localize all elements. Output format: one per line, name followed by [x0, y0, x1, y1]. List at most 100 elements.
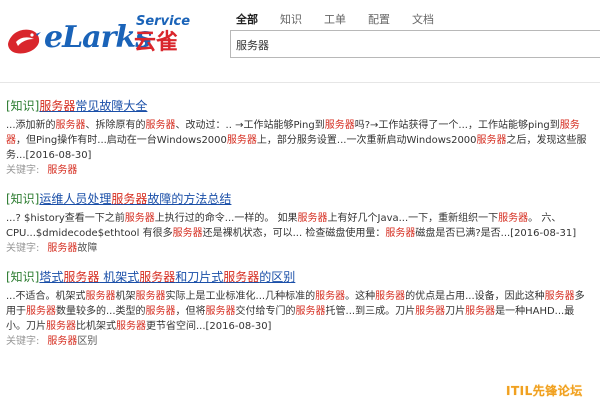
highlighted-term: 服务器 — [415, 306, 446, 317]
highlighted-term: 服务器 — [315, 291, 346, 302]
highlighted-term: 服务器 — [47, 243, 78, 254]
elarks-logo[interactable]: eLarks Service 云雀 — [6, 14, 196, 60]
snippet-text: ，但Ping操作有时...启动在一台Windows2000 — [16, 135, 227, 146]
result-type-tag: [知识] — [6, 270, 40, 284]
result-keywords: 关键字: 服务器 — [6, 163, 594, 179]
highlighted-term: 服务器 — [544, 291, 575, 302]
result-keywords: 关键字: 服务器故障 — [6, 241, 594, 257]
snippet-text: 。这种 — [345, 291, 376, 302]
result-title-link[interactable]: 服务器常见故障大全 — [39, 99, 147, 113]
snippet-text: 吗?→工作站获得了一个...，工作站能够ping到 — [354, 120, 560, 131]
highlighted-term: 服务器 — [47, 165, 78, 176]
snippet-text: 更节省空间...[2016-08-30] — [146, 321, 272, 332]
result-keywords: 关键字: 服务器区别 — [6, 334, 594, 350]
snippet-text: 上有好几个Java...一下，重新组织一下 — [327, 213, 499, 224]
highlighted-term: 服务器 — [295, 306, 326, 317]
keywords-value: 服务器故障 — [47, 243, 97, 254]
logo-service-text: Service — [136, 14, 191, 29]
header: eLarks Service 云雀 全部 知识 工单 配置 文档 — [0, 0, 600, 72]
result-snippet: ...不适合。机架式服务器机架服务器实际上是工业标准化...几种标准的服务器。这… — [6, 289, 594, 334]
keywords-label: 关键字: — [6, 165, 40, 176]
result-title-row: [知识]运维人员处理服务器故障的方法总结 — [6, 191, 594, 208]
highlighted-term: 服务器 — [145, 120, 176, 131]
search-results-list: [知识]服务器常见故障大全 ...添加新的服务器、拆除原有的服务器、改动过：.. … — [6, 98, 594, 362]
snippet-text: 、拆除原有的 — [85, 120, 146, 131]
highlighted-term: 服务器 — [46, 321, 76, 332]
tab-config[interactable]: 配置 — [368, 12, 390, 28]
snippet-text: ...不适合。机架式 — [6, 291, 86, 302]
highlighted-term: 服务器 — [63, 270, 100, 284]
highlighted-term: 服务器 — [116, 321, 146, 332]
highlighted-term: 服务器 — [172, 228, 203, 239]
highlighted-term: 服务器 — [324, 120, 355, 131]
title-text: 和刀片式 — [175, 270, 224, 284]
highlighted-term: 服务器 — [135, 291, 166, 302]
title-text: 塔式 — [39, 270, 64, 284]
header-divider — [0, 82, 600, 83]
highlighted-term: 服务器 — [124, 213, 155, 224]
snippet-text: 上，部分服务设置...一次重新启动Windows2000 — [256, 135, 477, 146]
highlighted-term: 服务器 — [139, 270, 176, 284]
highlighted-term: 服务器 — [39, 99, 76, 113]
search-input[interactable] — [236, 36, 591, 54]
snippet-text: 的优点是占用...设备，因此这种 — [405, 291, 545, 302]
result-title-row: [知识]服务器常见故障大全 — [6, 98, 594, 115]
highlighted-term: 服务器 — [498, 213, 529, 224]
result-item: [知识]服务器常见故障大全 ...添加新的服务器、拆除原有的服务器、改动过：.. … — [6, 98, 594, 179]
result-type-tag: [知识] — [6, 192, 40, 206]
result-type-tag: [知识] — [6, 99, 40, 113]
highlighted-term: 服务器 — [297, 213, 328, 224]
keywords-value: 服务器区别 — [47, 336, 97, 347]
snippet-text: ...? $history查看一下之前 — [6, 213, 125, 224]
bird-logo-icon — [8, 29, 41, 54]
snippet-text: 磁盘是否已满?是否...[2016-08-31] — [415, 228, 577, 239]
search-box[interactable] — [230, 30, 600, 58]
result-item: [知识]塔式服务器 机架式服务器和刀片式服务器的区别 ...不适合。机架式服务器机… — [6, 269, 594, 350]
logo-chinese-text: 云雀 — [134, 30, 179, 55]
keyword-text: 故障 — [77, 243, 98, 254]
title-text: 运维人员处理 — [39, 192, 112, 206]
snippet-text: ...添加新的 — [6, 120, 56, 131]
result-item: [知识]运维人员处理服务器故障的方法总结...? $history查看一下之前服… — [6, 191, 594, 257]
highlighted-term: 服务器 — [205, 306, 236, 317]
highlighted-term: 服务器 — [385, 228, 416, 239]
keywords-label: 关键字: — [6, 243, 40, 254]
result-title-link[interactable]: 塔式服务器 机架式服务器和刀片式服务器的区别 — [39, 270, 295, 284]
highlighted-term: 服务器 — [223, 270, 260, 284]
highlighted-term: 服务器 — [145, 306, 176, 317]
title-text: 常见故障大全 — [75, 99, 148, 113]
keywords-label: 关键字: — [6, 336, 40, 347]
tab-knowledge[interactable]: 知识 — [280, 12, 302, 28]
snippet-text: 、改动过：.. →工作站能够Ping到 — [175, 120, 325, 131]
snippet-text: 托管...到三成。刀片 — [325, 306, 416, 317]
highlighted-term: 服务器 — [375, 291, 406, 302]
snippet-text: 实际上是工业标准化...几种标准的 — [165, 291, 316, 302]
keyword-text: 区别 — [77, 336, 98, 347]
result-title-link[interactable]: 运维人员处理服务器故障的方法总结 — [39, 192, 231, 206]
highlighted-term: 服务器 — [47, 336, 78, 347]
tab-document[interactable]: 文档 — [412, 12, 434, 28]
highlighted-term: 服务器 — [85, 291, 116, 302]
snippet-text: 刀片 — [445, 306, 466, 317]
snippet-text: ，但将 — [175, 306, 206, 317]
highlighted-term: 服务器 — [111, 192, 148, 206]
title-text: 故障的方法总结 — [147, 192, 232, 206]
title-text: 的区别 — [259, 270, 296, 284]
snippet-text: 比机架式 — [76, 321, 116, 332]
highlighted-term: 服务器 — [26, 306, 56, 317]
snippet-text: 数量较多的...类型的 — [56, 306, 146, 317]
tab-all[interactable]: 全部 — [236, 12, 258, 28]
snippet-text: 交付给专门的 — [235, 306, 296, 317]
search-category-tabs: 全部 知识 工单 配置 文档 — [236, 12, 456, 28]
result-title-row: [知识]塔式服务器 机架式服务器和刀片式服务器的区别 — [6, 269, 594, 286]
keywords-value: 服务器 — [47, 165, 77, 176]
forum-watermark: ITIL先锋论坛 — [506, 384, 583, 398]
title-text: 机架式 — [99, 270, 140, 284]
result-snippet: ...添加新的服务器、拆除原有的服务器、改动过：.. →工作站能够Ping到服务… — [6, 118, 594, 163]
highlighted-term: 服务器 — [226, 135, 257, 146]
snippet-text: 还是裸机状态，可以... 检查磁盘使用量： — [202, 228, 386, 239]
highlighted-term: 服务器 — [55, 120, 86, 131]
tab-ticket[interactable]: 工单 — [324, 12, 346, 28]
snippet-text: 机架 — [115, 291, 136, 302]
highlighted-term: 服务器 — [476, 135, 507, 146]
